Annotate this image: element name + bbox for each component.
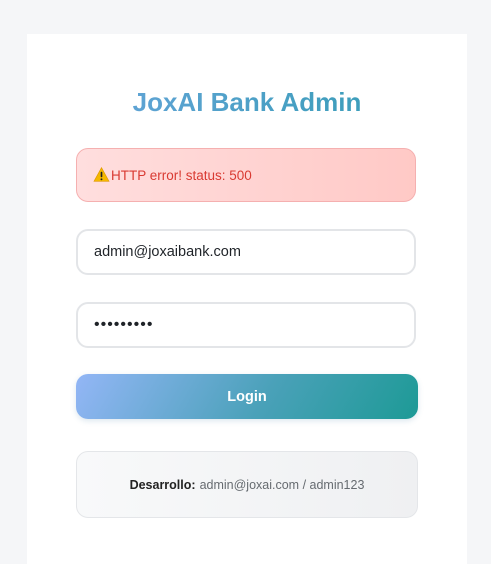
dev-label: Desarrollo: bbox=[129, 477, 196, 492]
email-field[interactable] bbox=[76, 229, 416, 275]
login-button[interactable]: Login bbox=[76, 374, 418, 419]
warning-icon bbox=[93, 166, 110, 182]
password-field[interactable] bbox=[76, 302, 416, 348]
dev-credentials-hint: Desarrollo: admin@joxai.com / admin123 bbox=[76, 451, 418, 518]
page-title: JoxAI Bank Admin bbox=[27, 86, 467, 118]
error-message: HTTP error! status: 500 bbox=[111, 167, 252, 183]
error-alert: HTTP error! status: 500 bbox=[76, 148, 416, 202]
login-card: JoxAI Bank Admin HTTP error! status: 500… bbox=[27, 34, 467, 564]
dev-credentials: admin@joxai.com / admin123 bbox=[199, 477, 365, 492]
